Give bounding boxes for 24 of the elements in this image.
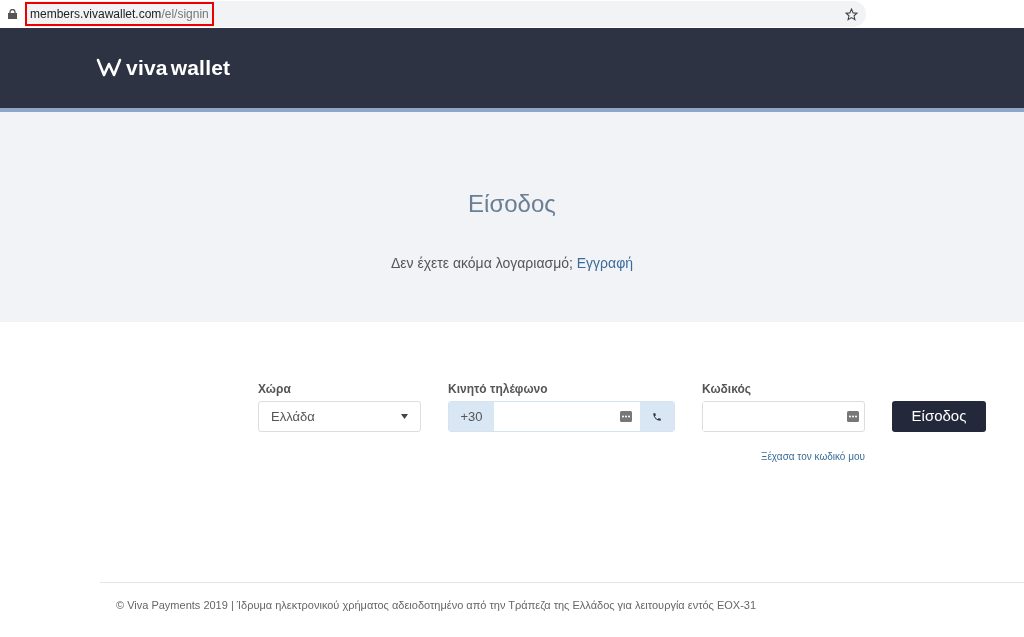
url-text: members.vivawallet.com/el/signin [25, 2, 214, 26]
footer-text: © Viva Payments 2019 | Ίδρυμα ηλεκτρονικού χρήματος αδειοδοτημένο από την Τράπεζα της Ελλάδος για λειτουργία εντός ΕΟΧ-31 [116, 599, 757, 611]
forgot-password-link[interactable]: Ξέχασα τον κωδικό μου [702, 449, 865, 464]
password-field[interactable] [702, 401, 865, 432]
field-label: Κινητό τηλέφωνο [448, 381, 549, 395]
phone-prefix: +30 [449, 402, 494, 431]
register-link[interactable]: Εγγραφή [576, 254, 634, 271]
logo-icon [96, 58, 122, 78]
phone-field[interactable]: +30 [448, 401, 675, 432]
country-select[interactable]: Ελλάδα [258, 401, 421, 432]
phone-button[interactable] [640, 402, 674, 431]
dots-icon [620, 411, 632, 422]
phone-icon [652, 411, 662, 422]
register-prompt: Δεν έχετε ακόμα λογαριασμό; Εγγραφή [390, 253, 634, 273]
star-icon[interactable] [845, 7, 858, 21]
field-label: Κωδικός [702, 381, 752, 395]
logo-text: vivawallet [126, 55, 231, 82]
signin-button[interactable]: Είσοδος [892, 401, 986, 432]
page-title: Είσοδος [468, 190, 556, 219]
dots-icon [847, 411, 859, 422]
lock-icon [8, 9, 17, 19]
address-bar[interactable]: members.vivawallet.com/el/signin [25, 1, 866, 27]
caret-icon [401, 414, 408, 419]
field-label: Χώρα [258, 381, 292, 395]
